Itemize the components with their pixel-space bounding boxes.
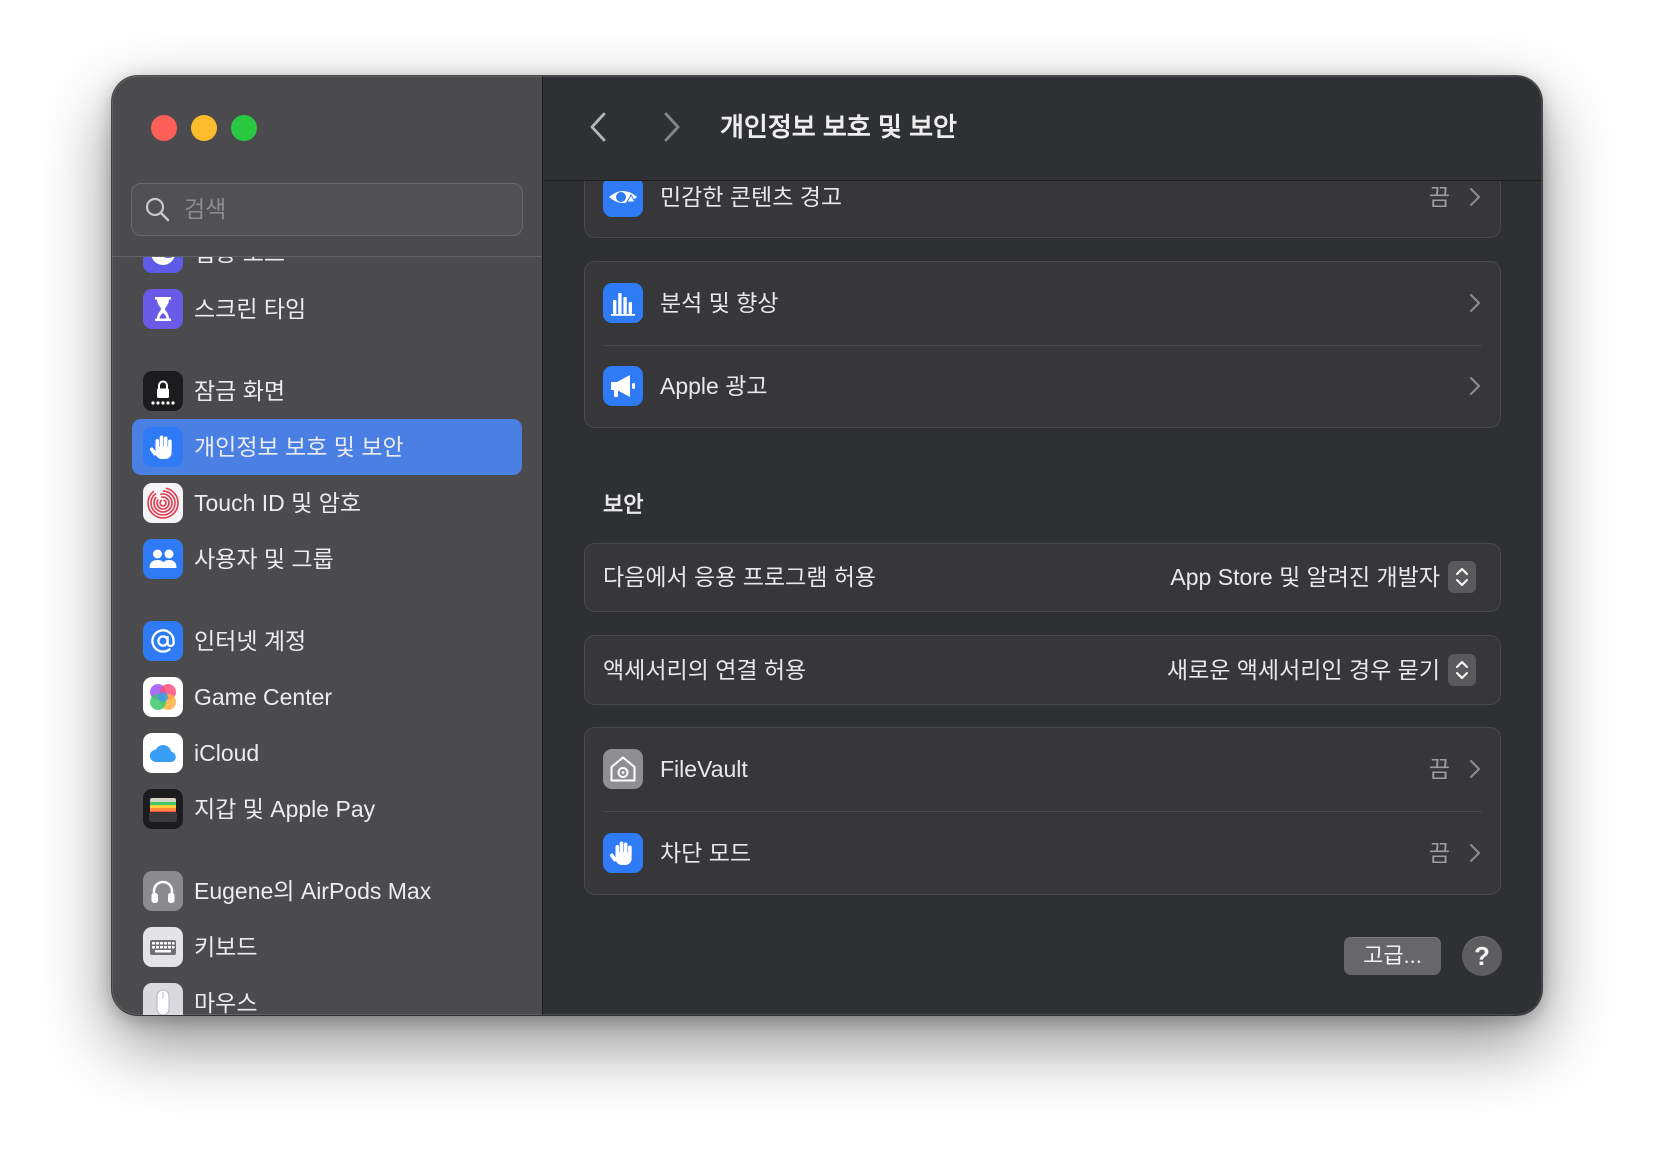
sidebar-item-airpods[interactable]: Eugene의 AirPods Max	[132, 863, 522, 919]
chevron-right-icon	[1469, 187, 1481, 207]
sidebar-item-icloud[interactable]: iCloud	[132, 725, 522, 781]
sidebar-item-lock-screen[interactable]: 잠금 화면	[132, 363, 522, 419]
main-pane: 개인정보 보호 및 보안 민감한 콘텐츠 경고 끔 분석 및 향상 Apple …	[543, 76, 1542, 1015]
accessories-row: 액세서리의 연결 허용 새로운 액세서리인 경우 묻기	[585, 636, 1500, 704]
sidebar-item-wallet[interactable]: 지갑 및 Apple Pay	[132, 781, 522, 837]
sidebar-item-label: Eugene의 AirPods Max	[194, 878, 432, 904]
filevault-row[interactable]: FileVault 끔	[585, 728, 1500, 810]
sidebar-item-label: 개인정보 보호 및 보안	[194, 434, 404, 460]
headphones-icon	[143, 871, 183, 911]
row-value: 끔	[1428, 184, 1450, 210]
up-down-chevron-icon	[1448, 654, 1476, 686]
chevron-left-icon	[590, 112, 606, 142]
sidebar-item-label: 지갑 및 Apple Pay	[194, 796, 376, 822]
row-value: 끔	[1428, 840, 1450, 866]
sidebar-item-label: 마우스	[194, 990, 258, 1015]
sidebar-list[interactable]: 집중 모드 스크린 타임 잠금 화면	[112, 257, 542, 1015]
page-title: 개인정보 보호 및 보안	[720, 112, 957, 142]
popup-value: App Store 및 알려진 개발자	[1170, 564, 1440, 590]
chevron-right-icon	[1469, 843, 1481, 863]
allow-apps-popup[interactable]: App Store 및 알려진 개발자	[1116, 544, 1476, 611]
sidebar-item-label: 스크린 타임	[194, 296, 307, 322]
search-input[interactable]	[184, 184, 504, 235]
row-label: FileVault	[660, 756, 748, 782]
row-label: 분석 및 향상	[660, 290, 779, 316]
system-settings-window: 집중 모드 스크린 타임 잠금 화면	[112, 76, 1542, 1015]
sidebar-item-label: iCloud	[194, 740, 260, 766]
settings-content[interactable]: 민감한 콘텐츠 경고 끔 분석 및 향상 Apple 광고 보안 다음에서 응용…	[543, 181, 1542, 1015]
focus-moon-icon	[143, 257, 183, 273]
wallet-icon	[143, 789, 183, 829]
search-field[interactable]	[131, 183, 523, 236]
settings-group: 민감한 콘텐츠 경고 끔	[584, 181, 1501, 238]
sidebar-item-game-center[interactable]: Game Center	[132, 669, 522, 725]
sidebar-item-mouse[interactable]: 마우스	[132, 975, 522, 1015]
privacy-hand-icon	[143, 427, 183, 467]
accessories-popup[interactable]: 새로운 액세서리인 경우 묻기	[1116, 636, 1476, 704]
row-label: 액세서리의 연결 허용	[603, 657, 807, 683]
sidebar-item-label: Game Center	[194, 684, 333, 710]
help-button[interactable]: ?	[1462, 936, 1502, 976]
sidebar: 집중 모드 스크린 타임 잠금 화면	[112, 76, 543, 1015]
settings-group: 액세서리의 연결 허용 새로운 액세서리인 경우 묻기	[584, 635, 1501, 705]
hourglass-icon	[143, 289, 183, 329]
lockdown-mode-row[interactable]: 차단 모드 끔	[585, 812, 1500, 894]
analytics-chart-icon	[603, 283, 643, 323]
back-button[interactable]	[586, 109, 612, 145]
allow-apps-row: 다음에서 응용 프로그램 허용 App Store 및 알려진 개발자	[585, 544, 1500, 611]
sidebar-item-label: 잠금 화면	[194, 378, 286, 404]
sidebar-item-users-groups[interactable]: 사용자 및 그룹	[132, 531, 522, 587]
up-down-chevron-icon	[1448, 561, 1476, 593]
sidebar-item-internet-accounts[interactable]: 인터넷 계정	[132, 613, 522, 669]
settings-group: 분석 및 향상 Apple 광고	[584, 261, 1501, 428]
lock-screen-icon	[143, 371, 183, 411]
at-sign-icon	[143, 621, 183, 661]
toolbar: 개인정보 보호 및 보안	[543, 76, 1542, 181]
popup-value: 새로운 액세서리인 경우 묻기	[1166, 657, 1440, 683]
row-value: 끔	[1428, 756, 1450, 782]
eye-warning-icon	[603, 181, 643, 217]
users-icon	[143, 539, 183, 579]
apple-ads-row[interactable]: Apple 광고	[585, 346, 1500, 427]
row-label: 다음에서 응용 프로그램 허용	[603, 564, 877, 590]
fingerprint-icon	[143, 483, 183, 523]
lockdown-hand-icon	[603, 833, 643, 873]
search-icon	[144, 196, 171, 223]
sidebar-item-screen-time[interactable]: 스크린 타임	[132, 281, 522, 337]
sidebar-item-privacy-security[interactable]: 개인정보 보호 및 보안	[132, 419, 522, 475]
sidebar-item-label: 집중 모드	[194, 257, 285, 281]
sidebar-item-label: 키보드	[194, 934, 258, 960]
close-window-button[interactable]	[151, 115, 177, 141]
icloud-icon	[143, 733, 183, 773]
chevron-right-icon	[664, 112, 680, 142]
settings-group: FileVault 끔 차단 모드 끔	[584, 727, 1501, 895]
minimize-window-button[interactable]	[191, 115, 217, 141]
sensitive-content-row[interactable]: 민감한 콘텐츠 경고 끔	[585, 181, 1500, 237]
sidebar-item-focus[interactable]: 집중 모드	[132, 257, 522, 281]
chevron-right-icon	[1469, 759, 1481, 779]
forward-button[interactable]	[658, 109, 684, 145]
row-label: 차단 모드	[660, 840, 752, 866]
settings-group: 다음에서 응용 프로그램 허용 App Store 및 알려진 개발자	[584, 543, 1501, 612]
sidebar-item-label: 인터넷 계정	[194, 628, 307, 654]
advanced-button[interactable]: 고급...	[1344, 937, 1441, 975]
row-label: 민감한 콘텐츠 경고	[660, 184, 843, 210]
analytics-row[interactable]: 분석 및 향상	[585, 262, 1500, 344]
keyboard-icon	[143, 927, 183, 967]
chevron-right-icon	[1469, 376, 1481, 396]
sidebar-item-label: Touch ID 및 암호	[194, 490, 362, 516]
filevault-icon	[603, 749, 643, 789]
chevron-right-icon	[1469, 293, 1481, 313]
row-label: Apple 광고	[660, 373, 768, 399]
megaphone-icon	[603, 366, 643, 406]
sidebar-item-label: 사용자 및 그룹	[194, 546, 334, 572]
game-center-icon	[143, 677, 183, 717]
sidebar-item-keyboard[interactable]: 키보드	[132, 919, 522, 975]
zoom-window-button[interactable]	[231, 115, 257, 141]
section-title-security: 보안	[603, 492, 644, 517]
mouse-icon	[143, 983, 183, 1015]
sidebar-item-touch-id[interactable]: Touch ID 및 암호	[132, 475, 522, 531]
